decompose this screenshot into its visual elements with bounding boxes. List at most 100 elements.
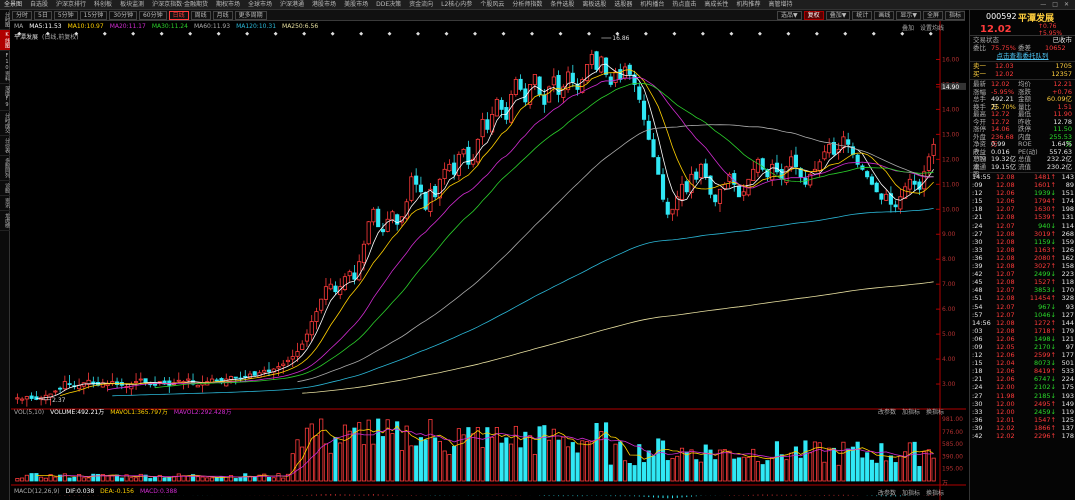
event-marker-icon[interactable]: ◆ bbox=[302, 31, 306, 37]
menu-item-16[interactable]: 条件选股 bbox=[546, 0, 578, 9]
event-marker-icon[interactable]: ◆ bbox=[786, 31, 790, 37]
event-marker-icon[interactable]: ◆ bbox=[131, 31, 135, 37]
menu-item-2[interactable]: 沪深京排行 bbox=[52, 0, 90, 9]
event-marker-icon[interactable]: ◆ bbox=[559, 31, 563, 37]
menu-item-0[interactable]: 全景图 bbox=[0, 0, 26, 9]
kline-chart-area[interactable]: 16.0015.0014.9014.0013.0012.0011.0010.00… bbox=[11, 21, 966, 500]
menu-item-21[interactable]: 高成长性 bbox=[700, 0, 732, 9]
event-marker-icon[interactable]: ◆ bbox=[673, 31, 677, 37]
toolbar-button-8[interactable]: 指标 bbox=[944, 10, 965, 20]
panel-link[interactable]: 改参数 bbox=[878, 490, 896, 497]
close-icon[interactable]: ✕ bbox=[1064, 1, 1069, 8]
panel-link[interactable]: 改参数 bbox=[878, 409, 896, 416]
volume-bar bbox=[893, 462, 898, 482]
panel-link[interactable]: 叠加 bbox=[902, 25, 914, 32]
event-marker-icon[interactable]: ◆ bbox=[445, 31, 449, 37]
event-marker-icon[interactable]: ◆ bbox=[388, 31, 392, 37]
tick-price: 12.06 bbox=[996, 375, 1015, 384]
event-marker-icon[interactable]: ◆ bbox=[473, 31, 477, 37]
event-marker-icon[interactable]: ◆ bbox=[843, 31, 847, 37]
event-marker-icon[interactable]: ◆ bbox=[188, 31, 192, 37]
menu-item-14[interactable]: 个股风云 bbox=[476, 0, 508, 9]
left-tab-1[interactable]: K线图 bbox=[0, 30, 10, 51]
menu-item-3[interactable]: 科创板 bbox=[90, 0, 116, 9]
event-marker-icon[interactable]: ◆ bbox=[103, 31, 107, 37]
menu-item-12[interactable]: 资金流向 bbox=[405, 0, 437, 9]
period-tab-6[interactable]: 日线 bbox=[168, 10, 189, 20]
panel-link[interactable]: 换指标 bbox=[926, 409, 944, 416]
candle-body bbox=[285, 359, 291, 363]
menu-item-10[interactable]: 美股市场 bbox=[340, 0, 372, 9]
event-marker-icon[interactable]: ◆ bbox=[587, 31, 591, 37]
volume-bar bbox=[271, 477, 276, 482]
menu-item-9[interactable]: 港股市场 bbox=[308, 0, 340, 9]
event-marker-icon[interactable]: ◆ bbox=[359, 31, 363, 37]
period-tab-3[interactable]: 15分钟 bbox=[79, 10, 108, 20]
event-marker-icon[interactable]: ◆ bbox=[815, 31, 819, 37]
left-tab-8[interactable]: 资讯 bbox=[0, 196, 10, 211]
period-tab-7[interactable]: 周线 bbox=[190, 10, 211, 20]
menu-item-22[interactable]: 机构推荐 bbox=[732, 0, 764, 9]
left-tab-3[interactable]: 深度F9 bbox=[0, 84, 10, 111]
toolbar-button-4[interactable]: 画线 bbox=[874, 10, 895, 20]
period-tab-1[interactable]: 5日 bbox=[34, 10, 52, 20]
left-tab-2[interactable]: F10资料 bbox=[0, 51, 10, 84]
menu-item-4[interactable]: 板块监测 bbox=[116, 0, 148, 9]
period-tab-2[interactable]: 5分钟 bbox=[53, 10, 78, 20]
event-marker-icon[interactable]: ◆ bbox=[616, 31, 620, 37]
left-tab-7[interactable]: 诊股 bbox=[0, 181, 10, 196]
period-tab-0[interactable]: 分时 bbox=[12, 10, 33, 20]
event-marker-icon[interactable]: ◆ bbox=[729, 31, 733, 37]
menu-item-23[interactable]: 高管增持 bbox=[764, 0, 796, 9]
left-tab-5[interactable]: 分价表 bbox=[0, 136, 10, 156]
event-marker-icon[interactable]: ◆ bbox=[644, 31, 648, 37]
event-marker-icon[interactable]: ◆ bbox=[416, 31, 420, 37]
period-tab-5[interactable]: 60分钟 bbox=[138, 10, 167, 20]
kline-chart-svg[interactable]: 16.0015.0014.9014.0013.0012.0011.0010.00… bbox=[11, 21, 966, 500]
toolbar-button-0[interactable]: 选品▼ bbox=[777, 10, 802, 20]
menu-item-8[interactable]: 沪深港通 bbox=[276, 0, 308, 9]
toolbar-button-5[interactable]: 显示▼ bbox=[896, 10, 921, 20]
left-tab-9[interactable]: 龙虎榜 bbox=[0, 211, 10, 231]
event-marker-icon[interactable]: ◆ bbox=[701, 31, 705, 37]
toolbar-button-1[interactable]: 复权 bbox=[803, 10, 824, 20]
maximize-icon[interactable]: □ bbox=[1052, 1, 1058, 8]
minimize-icon[interactable]: — bbox=[1040, 1, 1046, 8]
event-marker-icon[interactable]: ◆ bbox=[331, 31, 335, 37]
panel-link[interactable]: 换指标 bbox=[926, 490, 944, 497]
menu-item-18[interactable]: 选股器 bbox=[610, 0, 636, 9]
event-marker-icon[interactable]: ◆ bbox=[274, 31, 278, 37]
left-tab-4[interactable]: 分时成交 bbox=[0, 111, 10, 136]
menu-item-7[interactable]: 全球市场 bbox=[244, 0, 276, 9]
event-marker-icon[interactable]: ◆ bbox=[245, 31, 249, 37]
menu-item-20[interactable]: 热点直击 bbox=[668, 0, 700, 9]
left-tab-6[interactable]: 多股同列 bbox=[0, 156, 10, 181]
period-tab-9[interactable]: 更多周期 bbox=[234, 10, 267, 20]
event-marker-icon[interactable]: ◆ bbox=[217, 31, 221, 37]
menu-item-13[interactable]: L2核心内参 bbox=[437, 0, 476, 9]
panel-link[interactable]: 加指标 bbox=[902, 409, 920, 416]
menu-item-11[interactable]: DDE决策 bbox=[372, 0, 405, 9]
menu-item-15[interactable]: 分析师指数 bbox=[508, 0, 546, 9]
toolbar-button-2[interactable]: 叠加▼ bbox=[825, 10, 851, 20]
event-marker-icon[interactable]: ◆ bbox=[502, 31, 506, 37]
menu-item-17[interactable]: 离板选股 bbox=[578, 0, 610, 9]
period-tab-4[interactable]: 30分钟 bbox=[109, 10, 137, 20]
event-marker-icon[interactable]: ◆ bbox=[758, 31, 762, 37]
toolbar-button-7[interactable]: 全屏 bbox=[922, 10, 943, 20]
left-tab-0[interactable]: 分时图 bbox=[0, 10, 10, 30]
period-tab-8[interactable]: 月线 bbox=[212, 10, 233, 20]
panel-link[interactable]: 加指标 bbox=[902, 490, 920, 497]
menu-item-19[interactable]: 机构播台 bbox=[636, 0, 668, 9]
event-marker-icon[interactable]: ◆ bbox=[160, 31, 164, 37]
volume-tick-label: 390.00 bbox=[942, 453, 963, 460]
menu-item-1[interactable]: 自选股 bbox=[26, 0, 52, 9]
event-marker-icon[interactable]: ◆ bbox=[872, 31, 876, 37]
event-marker-icon[interactable]: ◆ bbox=[530, 31, 534, 37]
menu-item-5[interactable]: 沪深京指数·金融期货 bbox=[148, 0, 212, 9]
order-queue-link[interactable]: 点击查看委托队列 bbox=[970, 52, 1075, 60]
panel-link[interactable]: 设置均线 bbox=[920, 25, 944, 32]
toolbar-button-3[interactable]: 统计 bbox=[852, 10, 873, 20]
tick-list[interactable]: 14:55 12.08 1481↑ 143:09 12.08 1601↑ 89:12 12.0… bbox=[970, 173, 1075, 440]
menu-item-6[interactable]: 期权市场 bbox=[212, 0, 244, 9]
